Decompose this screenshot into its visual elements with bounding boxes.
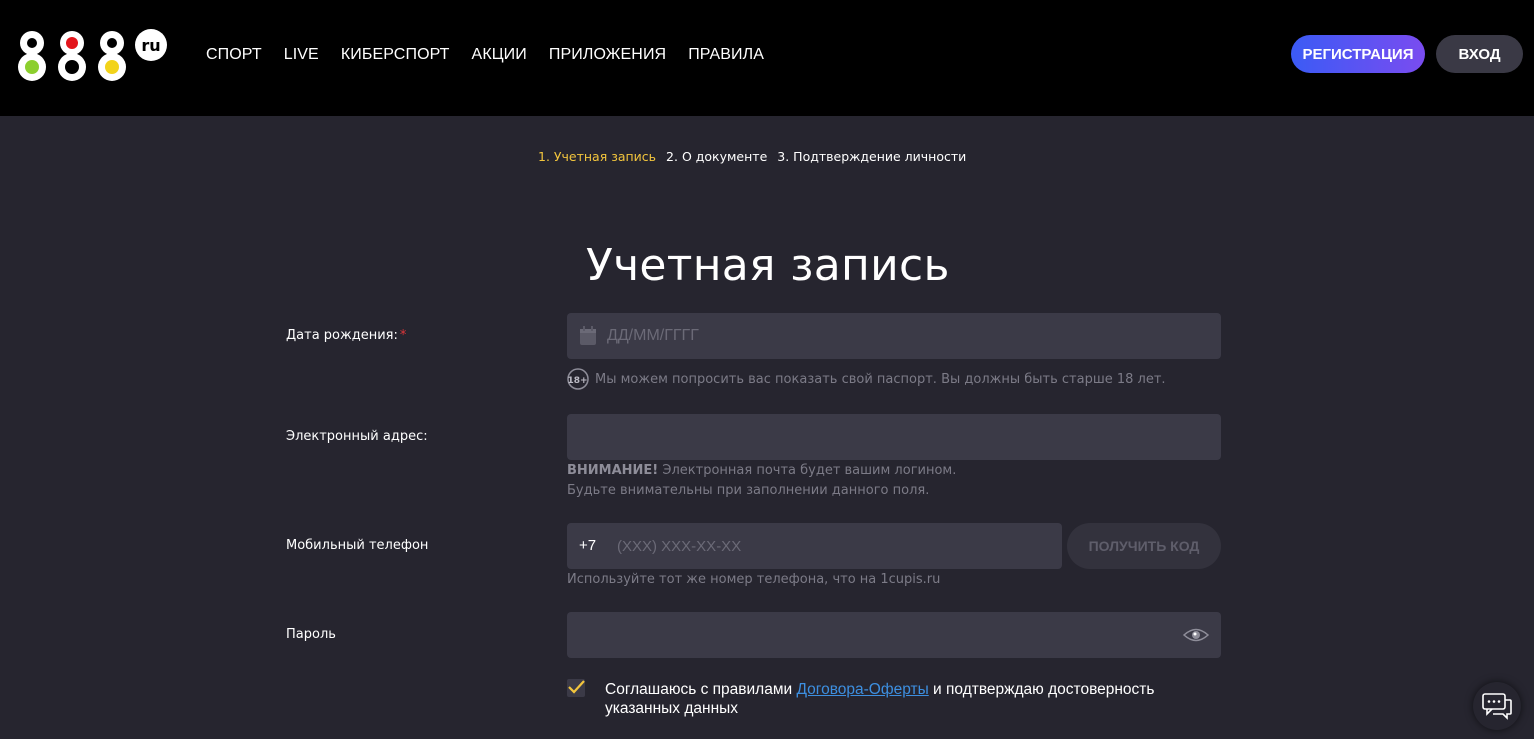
birth-date-label: Дата рождения: * xyxy=(286,328,406,343)
register-button[interactable]: РЕГИСТРАЦИЯ xyxy=(1291,35,1425,73)
top-header: ru СПОРТ LIVE КИБЕРСПОРТ АКЦИИ ПРИЛОЖЕНИ… xyxy=(0,0,1534,116)
phone-hint: Используйте тот же номер телефона, что н… xyxy=(567,572,941,587)
password-input[interactable] xyxy=(567,612,1221,658)
offer-agreement-link[interactable]: Договора-Оферты xyxy=(796,681,928,698)
age-18-plus-icon: 18+ xyxy=(567,368,589,390)
phone-prefix: +7 xyxy=(579,537,597,554)
step-document: 2. О документе xyxy=(666,149,768,164)
page-title: Учетная запись xyxy=(586,240,950,291)
calendar-icon[interactable] xyxy=(579,326,597,346)
birth-date-hint: Мы можем попросить вас показать свой пас… xyxy=(595,372,1166,387)
password-field[interactable] xyxy=(567,612,1221,658)
email-field[interactable] xyxy=(567,414,1221,460)
nav-sport[interactable]: СПОРТ xyxy=(206,44,262,66)
email-warning-line2: Будьте внимательны при заполнении данног… xyxy=(567,483,930,498)
agreement-checkbox[interactable] xyxy=(567,679,585,697)
nav-promotions[interactable]: АКЦИИ xyxy=(472,44,527,66)
checkmark-icon xyxy=(568,680,585,694)
required-mark: * xyxy=(399,328,407,343)
birth-date-input[interactable] xyxy=(567,313,1221,359)
email-input[interactable] xyxy=(567,414,1221,460)
888-logo[interactable]: ru xyxy=(10,26,170,86)
email-warning-text: Электронная почта будет вашим логином. xyxy=(658,463,957,478)
phone-input[interactable] xyxy=(567,523,1062,569)
password-label: Пароль xyxy=(286,627,336,642)
step-verification: 3. Подтверждение личности xyxy=(777,149,967,164)
age-badge-text: 18+ xyxy=(567,376,587,386)
birth-date-label-text: Дата рождения: xyxy=(286,328,398,343)
show-password-eye-icon[interactable] xyxy=(1183,626,1209,644)
main-nav: СПОРТ LIVE КИБЕРСПОРТ АКЦИИ ПРИЛОЖЕНИЯ П… xyxy=(206,44,764,66)
email-label: Электронный адрес: xyxy=(286,429,428,444)
chat-bubbles-icon xyxy=(1482,693,1512,720)
get-code-button[interactable]: ПОЛУЧИТЬ КОД xyxy=(1067,523,1221,569)
email-warning: ВНИМАНИЕ! Электронная почта будет вашим … xyxy=(567,461,956,501)
agreement-text-before: Соглашаюсь с правилами xyxy=(605,681,797,698)
login-button[interactable]: ВХОД xyxy=(1436,35,1523,73)
email-warning-bold: ВНИМАНИЕ! xyxy=(567,463,659,478)
nav-rules[interactable]: ПРАВИЛА xyxy=(688,44,764,66)
support-chat-button[interactable] xyxy=(1473,682,1521,730)
nav-live[interactable]: LIVE xyxy=(284,44,319,66)
agreement-text: Соглашаюсь с правилами Договора-Оферты и… xyxy=(605,680,1215,718)
logo-suffix: ru xyxy=(141,36,160,55)
step-account: 1. Учетная запись xyxy=(538,149,657,164)
phone-label: Мобильный телефон xyxy=(286,538,429,553)
birth-date-field[interactable] xyxy=(567,313,1221,359)
nav-apps[interactable]: ПРИЛОЖЕНИЯ xyxy=(549,44,666,66)
phone-field[interactable]: +7 xyxy=(567,523,1062,569)
registration-steps: 1. Учетная запись 2. О документе 3. Подт… xyxy=(538,149,966,164)
nav-esports[interactable]: КИБЕРСПОРТ xyxy=(341,44,450,66)
